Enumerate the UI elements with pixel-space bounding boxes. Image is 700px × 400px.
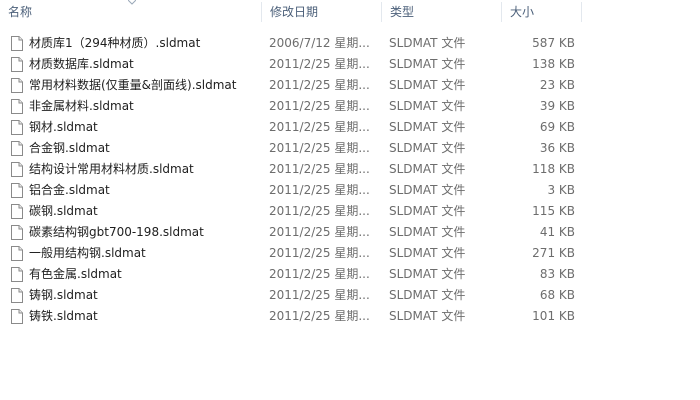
file-row[interactable]: 有色金属.sldmat 2011/2/25 星期... SLDMAT 文件 83 KB [0,264,700,285]
file-modified-date: 2011/2/25 星期... [269,246,370,260]
file-type: SLDMAT 文件 [389,162,466,176]
document-file-icon [11,288,23,303]
file-row[interactable]: 铝合金.sldmat 2011/2/25 星期... SLDMAT 文件 3 KB [0,180,700,201]
column-divider[interactable] [581,2,582,22]
file-size: 101 KB [532,309,575,323]
file-row[interactable]: 非金属材料.sldmat 2011/2/25 星期... SLDMAT 文件 39 K… [0,96,700,117]
file-size: 118 KB [532,162,575,176]
file-type: SLDMAT 文件 [389,288,466,302]
file-list-view: 名称 修改日期 类型 大小 材质库1（294种材质）.sldmat 2006/7/… [0,0,700,400]
column-header-date[interactable]: 修改日期 [262,0,382,24]
document-file-icon [11,204,23,219]
document-file-icon [11,99,23,114]
file-modified-date: 2011/2/25 星期... [269,99,370,113]
document-file-icon [11,246,23,261]
file-name[interactable]: 一般用结构钢.sldmat [29,243,259,264]
column-header-date-label: 修改日期 [270,5,319,19]
file-modified-date: 2011/2/25 星期... [269,78,370,92]
file-row[interactable]: 结构设计常用材料材质.sldmat 2011/2/25 星期... SLDMAT 文… [0,159,700,180]
file-size: 23 KB [539,78,575,92]
file-type: SLDMAT 文件 [389,57,466,71]
file-row[interactable]: 材质数据库.sldmat 2011/2/25 星期... SLDMAT 文件 138 … [0,54,700,75]
file-name[interactable]: 非金属材料.sldmat [29,96,259,117]
file-size: 3 KB [547,183,575,197]
file-size: 39 KB [539,99,575,113]
document-file-icon [11,183,23,198]
file-type: SLDMAT 文件 [389,309,466,323]
file-modified-date: 2011/2/25 星期... [269,183,370,197]
file-type: SLDMAT 文件 [389,246,466,260]
document-file-icon [11,162,23,177]
document-file-icon [11,267,23,282]
document-file-icon [11,57,23,72]
file-name[interactable]: 铝合金.sldmat [29,180,259,201]
file-modified-date: 2011/2/25 星期... [269,225,370,239]
file-type: SLDMAT 文件 [389,267,466,281]
file-modified-date: 2011/2/25 星期... [269,141,370,155]
file-modified-date: 2011/2/25 星期... [269,162,370,176]
file-type: SLDMAT 文件 [389,141,466,155]
file-size: 69 KB [539,120,575,134]
file-size: 271 KB [532,246,575,260]
document-file-icon [11,120,23,135]
file-size: 68 KB [539,288,575,302]
file-size: 83 KB [539,267,575,281]
file-modified-date: 2011/2/25 星期... [269,57,370,71]
file-type: SLDMAT 文件 [389,225,466,239]
file-modified-date: 2011/2/25 星期... [269,204,370,218]
file-size: 36 KB [539,141,575,155]
file-size: 41 KB [539,225,575,239]
column-header-type-label: 类型 [390,5,415,19]
file-type: SLDMAT 文件 [389,204,466,218]
document-file-icon [11,78,23,93]
document-file-icon [11,141,23,156]
file-row[interactable]: 碳钢.sldmat 2011/2/25 星期... SLDMAT 文件 115 KB [0,201,700,222]
file-row[interactable]: 铸铁.sldmat 2011/2/25 星期... SLDMAT 文件 101 KB [0,306,700,327]
column-header-type[interactable]: 类型 [382,0,502,24]
file-name[interactable]: 铸铁.sldmat [29,306,259,327]
file-type: SLDMAT 文件 [389,120,466,134]
column-header-name-label: 名称 [8,5,33,19]
file-type: SLDMAT 文件 [389,99,466,113]
file-name[interactable]: 材质数据库.sldmat [29,54,259,75]
file-row[interactable]: 钢材.sldmat 2011/2/25 星期... SLDMAT 文件 69 KB [0,117,700,138]
file-row[interactable]: 一般用结构钢.sldmat 2011/2/25 星期... SLDMAT 文件 271… [0,243,700,264]
column-header-size-label: 大小 [510,5,535,19]
file-type: SLDMAT 文件 [389,183,466,197]
file-row[interactable]: 材质库1（294种材质）.sldmat 2006/7/12 星期... SLDMAT… [0,33,700,54]
file-name[interactable]: 铸钢.sldmat [29,285,259,306]
file-modified-date: 2011/2/25 星期... [269,288,370,302]
column-header-bar: 名称 修改日期 类型 大小 [0,0,700,24]
file-type: SLDMAT 文件 [389,78,466,92]
file-row[interactable]: 合金钢.sldmat 2011/2/25 星期... SLDMAT 文件 36 KB [0,138,700,159]
file-name[interactable]: 结构设计常用材料材质.sldmat [29,159,259,180]
file-size: 587 KB [532,36,575,50]
file-modified-date: 2011/2/25 星期... [269,267,370,281]
file-size: 138 KB [532,57,575,71]
file-type: SLDMAT 文件 [389,36,466,50]
file-size: 115 KB [532,204,575,218]
file-name[interactable]: 碳钢.sldmat [29,201,259,222]
file-modified-date: 2011/2/25 星期... [269,120,370,134]
file-row[interactable]: 碳素结构钢gbt700-198.sldmat 2011/2/25 星期... SLD… [0,222,700,243]
file-row[interactable]: 常用材料数据(仅重量&剖面线).sldmat 2011/2/25 星期... SLD… [0,75,700,96]
file-modified-date: 2006/7/12 星期... [269,36,370,50]
file-name[interactable]: 材质库1（294种材质）.sldmat [29,33,259,54]
sort-arrow-icon [128,0,136,5]
document-file-icon [11,36,23,51]
file-name[interactable]: 有色金属.sldmat [29,264,259,285]
file-row[interactable]: 铸钢.sldmat 2011/2/25 星期... SLDMAT 文件 68 KB [0,285,700,306]
file-modified-date: 2011/2/25 星期... [269,309,370,323]
file-name[interactable]: 碳素结构钢gbt700-198.sldmat [29,222,259,243]
column-header-size[interactable]: 大小 [502,0,582,24]
document-file-icon [11,225,23,240]
document-file-icon [11,309,23,324]
file-name[interactable]: 钢材.sldmat [29,117,259,138]
file-name[interactable]: 常用材料数据(仅重量&剖面线).sldmat [29,75,259,96]
file-name[interactable]: 合金钢.sldmat [29,138,259,159]
